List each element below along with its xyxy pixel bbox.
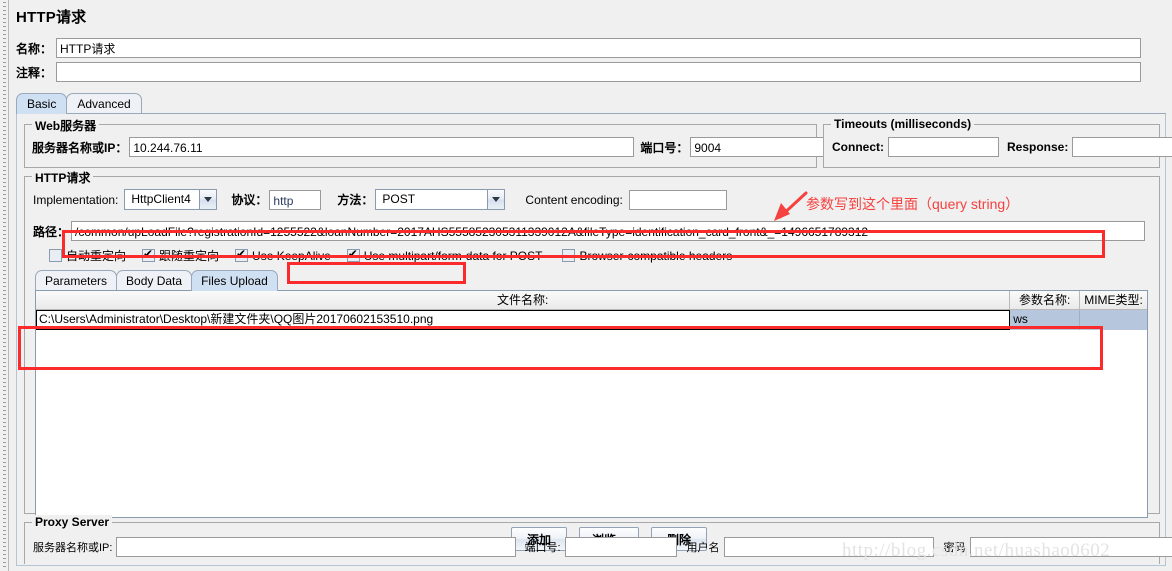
main-tabstrip: Basic Advanced [16,92,142,114]
protocol-label: 协议： [231,193,268,207]
method-value: POST [376,190,487,209]
tab-body-data[interactable]: Body Data [116,270,193,291]
checkbox-use-keepalive-box[interactable] [235,247,249,262]
content-encoding-label: Content encoding: [525,192,623,207]
web-server-row: 服务器名称或IP： 10.244.76.11 端口号： 9004 [32,137,825,157]
column-header-file-name[interactable]: 文件名称: [36,291,1011,309]
checkbox-use-multipart[interactable]: Use multipart/form-data for POST [346,247,543,263]
cell-file-name[interactable]: C:\Users\Administrator\Desktop\新建文件夹\QQ图… [36,310,1011,330]
checkbox-use-multipart-box[interactable] [346,247,360,262]
tab-parameters[interactable]: Parameters [35,270,118,291]
path-input[interactable]: /common/upLoadFile?registrationId=125552… [71,221,1146,241]
checkbox-auto-redirect-box[interactable] [49,249,62,262]
path-row: 路径： /common/upLoadFile?registrationId=12… [33,221,1153,241]
chevron-down-icon[interactable] [198,190,217,209]
checkbox-browser-compatible-headers[interactable]: Browser-compatible headers [562,249,732,263]
method-label: 方法： [337,193,374,207]
checkbox-use-keepalive[interactable]: Use KeepAlive [235,247,331,263]
basic-panel: Web服务器 服务器名称或IP： 10.244.76.11 端口号： 9004 … [16,114,1172,566]
name-label: 名称： [16,41,53,56]
checkbox-follow-redirect[interactable]: 跟随重定向 [142,247,219,264]
proxy-username-label: 用户名 [686,542,720,554]
checkbox-browser-compatible-headers-box[interactable] [562,249,576,262]
checkbox-follow-redirect-box[interactable] [142,247,156,262]
name-input[interactable]: HTTP请求 [56,38,1142,58]
response-label: Response: [1007,140,1069,154]
comment-input[interactable] [56,62,1142,82]
page-title: HTTP请求 [16,9,87,26]
panel-content: HTTP请求 名称： HTTP请求 注释： Basic Advanced Web… [10,0,1172,571]
table-row[interactable]: C:\Users\Administrator\Desktop\新建文件夹\QQ图… [36,310,1147,330]
timeouts-row: Connect: Response: [832,137,1172,157]
jmeter-http-request-panel: HTTP请求 名称： HTTP请求 注释： Basic Advanced Web… [0,0,1172,571]
watermark-text: http://blog.csdn.net/huashao0602 [842,540,1111,561]
web-server-group-title: Web服务器 [32,117,100,134]
checkbox-auto-redirect-label: 自动重定向 [66,249,127,263]
connect-label: Connect: [832,140,884,154]
server-name-label: 服务器名称或IP： [32,140,128,155]
http-request-group: HTTP请求 Implementation: HttpClient4 协议： h… [24,169,1160,551]
comment-label: 注释： [16,65,53,80]
checkbox-use-multipart-label: Use multipart/form-data for POST [363,248,543,263]
implementation-combo[interactable]: HttpClient4 [124,189,218,210]
cell-mime-type[interactable] [1080,310,1147,330]
timeouts-group: Timeouts (milliseconds) Connect: Respons… [823,117,1172,168]
split-pane-divider[interactable] [0,0,9,571]
comment-row: 注释： [16,62,1168,82]
protocol-input[interactable]: http [269,189,322,210]
name-row: 名称： HTTP请求 [16,38,1168,58]
proxy-server-name-label: 服务器名称或IP: [33,542,113,554]
request-data-tabstrip: Parameters Body Data Files Upload [35,269,278,291]
column-header-mime-type[interactable]: MIME类型: [1080,291,1147,309]
checkbox-auto-redirect[interactable]: 自动重定向 [49,247,126,264]
chevron-down-icon[interactable] [486,190,505,209]
files-upload-table[interactable]: 文件名称: 参数名称: MIME类型: C:\Users\Administrat… [35,290,1148,518]
proxy-port-label: 端口号: [524,542,561,554]
table-header-row: 文件名称: 参数名称: MIME类型: [36,291,1147,310]
path-label: 路径： [33,224,70,239]
response-timeout-input[interactable] [1072,137,1172,157]
proxy-server-group-title: Proxy Server [32,515,113,529]
checkbox-browser-compatible-headers-label: Browser-compatible headers [579,248,733,263]
port-label: 端口号： [640,140,689,155]
checkbox-follow-redirect-label: 跟随重定向 [159,249,220,263]
proxy-server-name-input[interactable] [116,537,517,557]
checkbox-use-keepalive-label: Use KeepAlive [252,248,331,263]
implementation-label: Implementation: [33,192,119,207]
port-input[interactable]: 9004 [690,137,825,157]
tab-basic[interactable]: Basic [16,93,68,114]
implementation-row: Implementation: HttpClient4 协议： http 方法：… [33,189,727,210]
web-server-group: Web服务器 服务器名称或IP： 10.244.76.11 端口号： 9004 [24,117,825,168]
split-pane-grip [3,2,6,569]
connect-timeout-input[interactable] [888,137,999,157]
tab-advanced[interactable]: Advanced [66,93,142,114]
column-header-param-name[interactable]: 参数名称: [1010,291,1081,309]
server-name-input[interactable]: 10.244.76.11 [129,137,635,157]
proxy-port-input[interactable] [564,537,677,557]
annotation-query-string-note: 参数写到这个里面（query string） [806,196,1020,212]
method-combo[interactable]: POST [375,189,506,210]
implementation-value: HttpClient4 [125,190,199,209]
timeouts-group-title: Timeouts (milliseconds) [831,117,975,131]
cell-param-name[interactable]: ws [1010,310,1081,330]
http-request-group-title: HTTP请求 [32,169,94,186]
request-options-row: 自动重定向 跟随重定向 Use KeepAlive Use multipart/… [49,247,748,264]
content-encoding-input[interactable] [628,189,727,210]
tab-files-upload[interactable]: Files Upload [191,270,278,291]
